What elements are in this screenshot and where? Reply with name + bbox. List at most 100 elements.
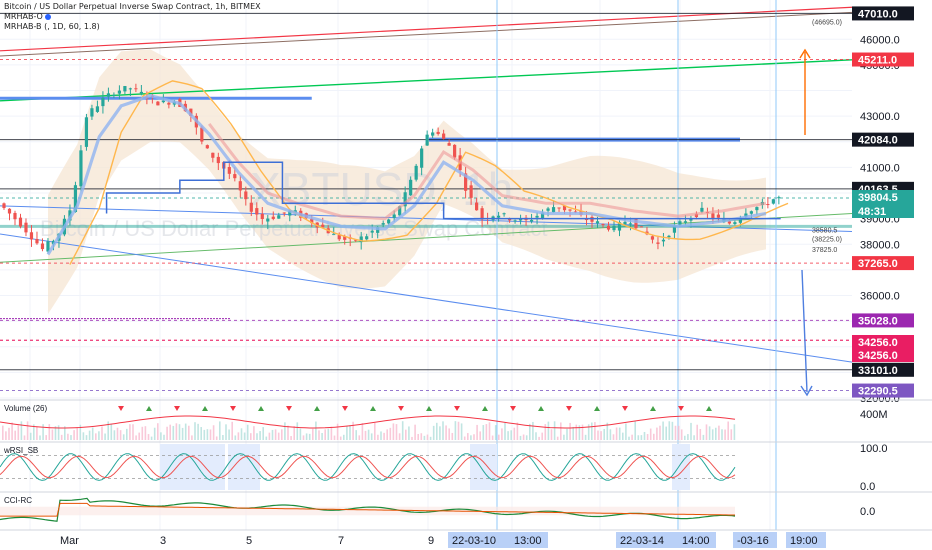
candle-body — [205, 145, 209, 149]
indicator-name: MRHAB-O — [4, 12, 43, 21]
candle-body — [716, 214, 721, 218]
time-label: 19:00 — [790, 535, 818, 547]
volume-bar — [42, 424, 44, 440]
time-label: 22-03-14 — [620, 535, 664, 547]
volume-bar — [569, 422, 571, 440]
volume-bar — [51, 429, 54, 440]
volume-bar — [26, 421, 29, 440]
volume-bar — [510, 430, 512, 440]
volume-bar — [383, 432, 385, 440]
volume-bar — [702, 434, 705, 440]
volume-bar — [718, 425, 720, 440]
volume-bar — [277, 432, 280, 440]
volume-bar — [23, 435, 26, 440]
volume-bar — [281, 429, 283, 440]
volume-bar — [312, 428, 314, 440]
price-tick-label: 38000.0 — [860, 239, 900, 251]
candle-body — [2, 203, 6, 209]
signal-up-icon — [426, 406, 432, 411]
volume-bar — [364, 430, 367, 440]
volume-bar — [181, 427, 184, 440]
volume-bar — [730, 429, 733, 440]
price-tick-label: 46000.0 — [860, 34, 900, 46]
volume-bar — [522, 434, 525, 440]
volume-bar — [600, 431, 602, 440]
volume-bar — [48, 424, 51, 440]
time-label: 13:00 — [514, 535, 542, 547]
candle-body — [24, 222, 28, 233]
time-label: 7 — [338, 535, 344, 547]
volume-bar — [426, 434, 429, 440]
volume-tick-label: 400M — [860, 409, 888, 421]
volume-bar — [302, 435, 305, 440]
candle-body — [271, 216, 275, 219]
volume-bar — [2, 425, 4, 440]
signal-down-icon — [678, 406, 684, 411]
volume-bar — [132, 424, 134, 440]
volume-bar — [122, 434, 125, 440]
candle-body — [277, 215, 281, 219]
volume-bar — [352, 421, 354, 440]
volume-bar — [612, 434, 615, 440]
volume-bar — [287, 425, 289, 440]
signal-down-icon — [230, 406, 236, 411]
candle-body — [387, 219, 391, 224]
volume-bar — [491, 435, 494, 440]
volume-bar — [594, 422, 596, 440]
time-label: 22-03-10 — [452, 535, 496, 547]
volume-bar — [525, 435, 528, 440]
candle-body — [29, 232, 34, 240]
candle-body — [332, 233, 336, 235]
signal-down-icon — [622, 406, 628, 411]
price-level-label: 33101.0 — [858, 365, 898, 377]
candle-body — [101, 97, 105, 107]
volume-bar — [67, 433, 69, 440]
volume-bar — [284, 422, 286, 440]
volume-bar — [538, 436, 540, 440]
volume-bar — [532, 421, 534, 440]
candle-body — [216, 156, 220, 164]
volume-bar — [591, 422, 593, 440]
candle-body — [683, 221, 688, 223]
volume-bar — [637, 435, 640, 440]
candle-body — [771, 199, 775, 204]
indicator-visibility-icon[interactable] — [44, 13, 51, 20]
volume-bar — [513, 427, 516, 440]
volume-bar — [721, 429, 723, 440]
volume-bar — [212, 425, 215, 440]
signal-up-icon — [146, 406, 152, 411]
candle-body — [453, 144, 457, 158]
rsi-zone — [470, 444, 497, 490]
volume-bar — [14, 430, 16, 440]
volume-bar — [370, 433, 373, 440]
trading-chart[interactable]: XBTUSD, 1hBitcoin / US Dollar Perpetual … — [0, 0, 932, 550]
projection-arrow-down — [801, 269, 808, 393]
signal-up-icon — [482, 406, 488, 411]
volume-bar — [98, 431, 100, 440]
volume-bar — [622, 432, 624, 440]
candle-body — [639, 226, 644, 228]
volume-bar — [361, 423, 364, 440]
volume-bar — [346, 425, 348, 440]
volume-bar — [684, 435, 686, 440]
volume-bar — [209, 429, 212, 440]
volume-bar — [473, 434, 475, 440]
price-annotation: (46695.0) — [812, 20, 842, 27]
volume-bar — [501, 428, 503, 440]
volume-bar — [485, 424, 488, 440]
volume-bar — [243, 432, 246, 440]
price-annotation: (38225.0) — [812, 237, 842, 244]
volume-bar — [556, 436, 559, 440]
volume-bar — [687, 434, 689, 440]
candle-body — [711, 213, 715, 219]
candle-body — [227, 167, 231, 174]
volume-bar — [448, 428, 450, 440]
trendline-brown — [0, 11, 853, 57]
candle-body — [7, 208, 12, 214]
volume-bar — [290, 436, 292, 440]
candle-body — [628, 223, 633, 225]
volume-bar — [259, 431, 261, 440]
candle-body — [425, 134, 429, 146]
volume-bar — [253, 426, 255, 440]
candle-body — [238, 181, 242, 191]
